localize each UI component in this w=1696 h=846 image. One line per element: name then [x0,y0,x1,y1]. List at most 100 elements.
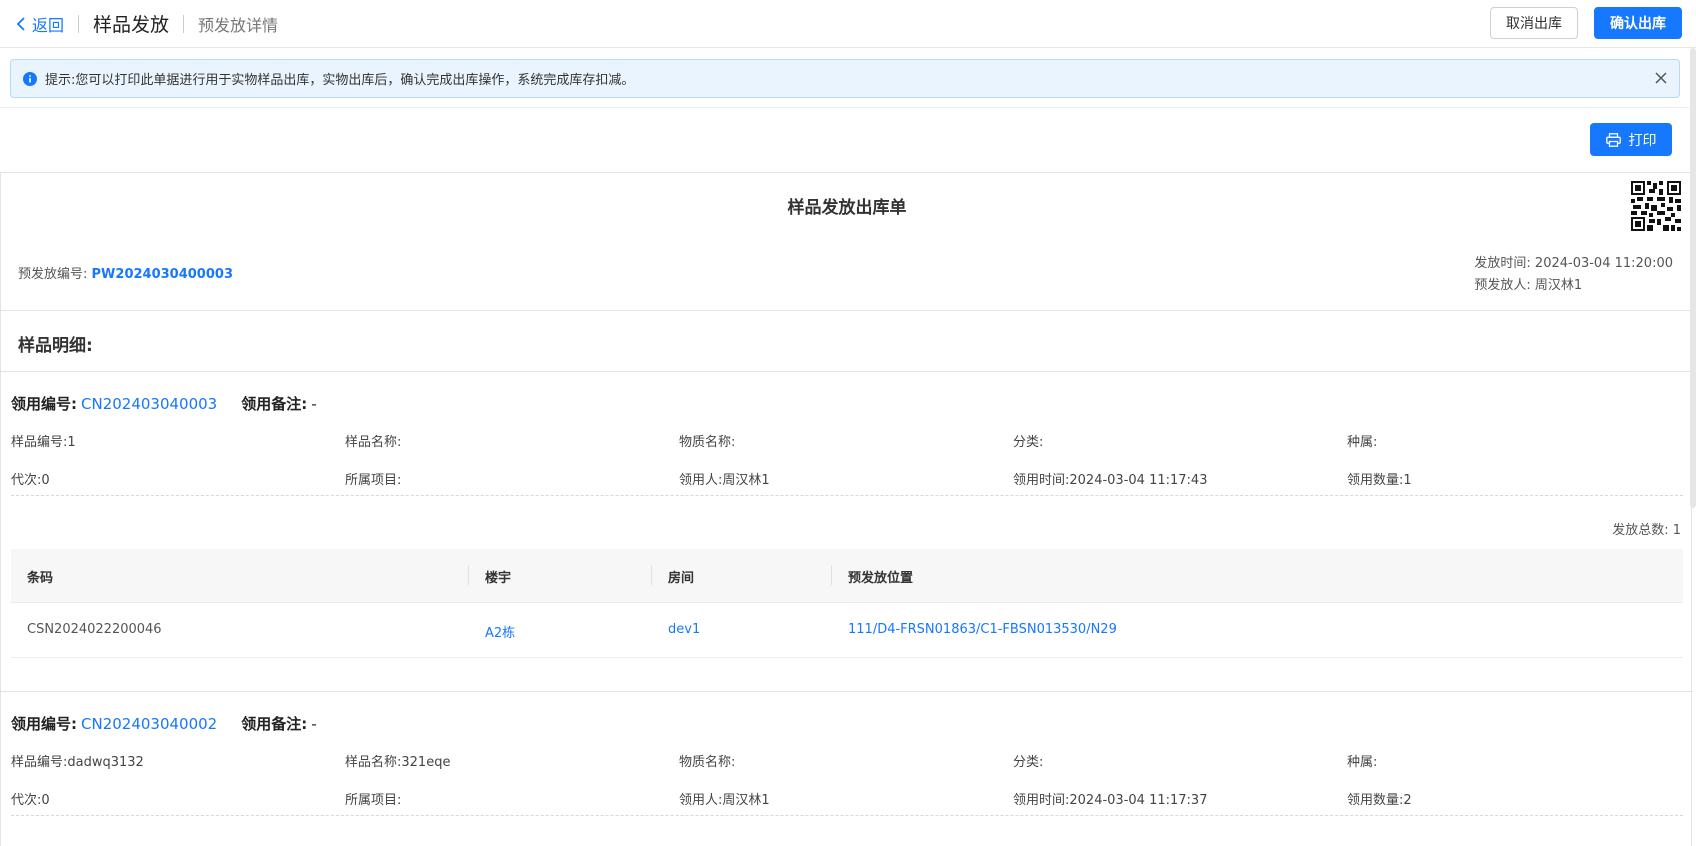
document-title: 样品发放出库单 [787,198,907,218]
field-value: 0 [41,473,50,488]
field-label: 领用时间: [1013,473,1070,488]
column-header-building: 楼宇 [485,571,512,586]
field-value: 周汉林1 [722,473,770,488]
field-sample-name: 样品名称:321eqe [345,751,450,770]
field-value: 2 [1403,793,1412,808]
cell-room-link[interactable]: dev1 [668,622,700,637]
cell-location-link[interactable]: 111/D4-FRSN01863/C1-FBSN013530/N29 [848,622,1117,637]
field-value: 321eqe [401,755,451,770]
field-value: 周汉林1 [722,793,770,808]
field-label: 种属: [1347,755,1378,770]
pre-issue-number-value: PW2024030400003 [91,267,233,282]
field-value: 2024-03-04 11:17:37 [1069,793,1208,808]
issue-meta: 发放时间: 2024-03-04 11:20:00 预发放人: 周汉林1 [1474,253,1673,297]
request-block: 领用编号: CN202403040003 领用备注: - 样品编号:1 样品名称… [11,393,1683,658]
request-header: 领用编号: CN202403040003 领用备注: - [11,393,1683,414]
field-request-quantity: 领用数量:1 [1347,469,1412,488]
field-label: 物质名称: [679,435,736,450]
field-sample-name: 样品名称: [345,431,401,450]
confirm-outbound-button[interactable]: 确认出库 [1594,7,1682,39]
field-request-quantity: 领用数量:2 [1347,789,1412,808]
cell-barcode: CSN2024022200046 [27,622,162,637]
field-substance-name: 物质名称: [679,431,735,450]
field-label: 物质名称: [679,755,736,770]
field-label: 所属项目: [345,793,402,808]
field-generation: 代次:0 [11,469,50,488]
request-block: 领用编号: CN202403040002 领用备注: - 样品编号:dadwq3… [11,713,1683,846]
vertical-scrollbar[interactable] [1690,48,1696,508]
request-code-link[interactable]: CN202403040003 [81,395,217,413]
request-note-label: 领用备注: [241,395,308,413]
field-label: 样品名称: [345,435,402,450]
chevron-left-icon [16,16,25,31]
section-title: 样品明细: [18,336,93,356]
field-substance-name: 物质名称: [679,751,735,770]
field-requester: 领用人:周汉林1 [679,789,770,808]
info-icon [23,71,37,86]
field-label: 代次: [11,473,42,488]
issue-total: 发放总数: 1 [1612,523,1681,538]
page-title: 样品发放 [93,14,170,36]
field-label: 分类: [1013,435,1044,450]
field-category: 分类: [1013,431,1043,450]
field-value: 1 [1403,473,1412,488]
field-category: 分类: [1013,751,1043,770]
field-request-time: 领用时间:2024-03-04 11:17:37 [1013,789,1207,808]
request-code-link[interactable]: CN202403040002 [81,715,217,733]
request-note-label: 领用备注: [241,715,308,733]
request-note-value: - [311,714,317,733]
field-value: 0 [41,793,50,808]
issuer-label: 预发放人: [1474,278,1531,293]
column-divider [651,565,652,585]
column-header-location: 预发放位置 [848,571,914,586]
pre-issue-number: 预发放编号: PW2024030400003 [18,263,233,282]
field-label: 样品编号: [11,435,68,450]
field-species: 种属: [1347,751,1377,770]
top-bar: 返回 样品发放 预发放详情 取消出库 确认出库 [0,0,1696,48]
request-header: 领用编号: CN202403040002 领用备注: - [11,713,1683,734]
field-label: 领用数量: [1347,793,1404,808]
field-generation: 代次:0 [11,789,50,808]
printer-icon [1605,132,1621,147]
back-button[interactable]: 返回 [16,12,64,36]
issuer-value: 周汉林1 [1534,278,1583,293]
divider [1,371,1693,372]
page: 返回 样品发放 预发放详情 取消出库 确认出库 提示:您可以打印此单据进行用于实… [0,0,1696,846]
field-label: 样品名称: [345,755,402,770]
header-divider [78,14,80,33]
field-label: 代次: [11,793,42,808]
field-label: 领用人: [679,473,723,488]
alert-text: 提示:您可以打印此单据进行用于实物样品出库，实物出库后，确认完成出库操作，系统完… [45,73,635,88]
field-label: 种属: [1347,435,1378,450]
back-label: 返回 [32,15,65,35]
field-sample-number: 样品编号:1 [11,431,76,450]
breadcrumb-current: 预发放详情 [198,15,279,35]
pre-issue-number-label: 预发放编号: [18,267,88,282]
field-label: 样品编号: [11,755,68,770]
print-button[interactable]: 打印 [1590,123,1672,156]
header-divider [183,14,185,33]
field-label: 分类: [1013,755,1044,770]
issue-time-label: 发放时间: [1474,256,1531,271]
field-requester: 领用人:周汉林1 [679,469,770,488]
field-label: 领用数量: [1347,473,1404,488]
field-sample-number: 样品编号:dadwq3132 [11,751,144,770]
cancel-outbound-button[interactable]: 取消出库 [1490,7,1578,39]
column-header-room: 房间 [668,571,695,586]
column-header-barcode: 条码 [27,571,54,586]
request-note-value: - [311,394,317,413]
field-value: 1 [67,435,76,450]
close-icon[interactable] [1653,70,1669,86]
field-label: 所属项目: [345,473,402,488]
cell-building-link[interactable]: A2栋 [485,622,515,641]
field-species: 种属: [1347,431,1377,450]
field-request-time: 领用时间:2024-03-04 11:17:43 [1013,469,1207,488]
field-value: 2024-03-04 11:17:43 [1069,473,1208,488]
divider [1,310,1693,311]
request-code-label: 领用编号: [11,395,77,413]
field-project: 所属项目: [345,469,401,488]
info-alert: 提示:您可以打印此单据进行用于实物样品出库，实物出库后，确认完成出库操作，系统完… [10,59,1680,98]
divider [0,107,1696,108]
field-label: 领用人: [679,793,723,808]
table-row: CSN2024022200046 A2栋 dev1 111/D4-FRSN018… [11,603,1683,658]
